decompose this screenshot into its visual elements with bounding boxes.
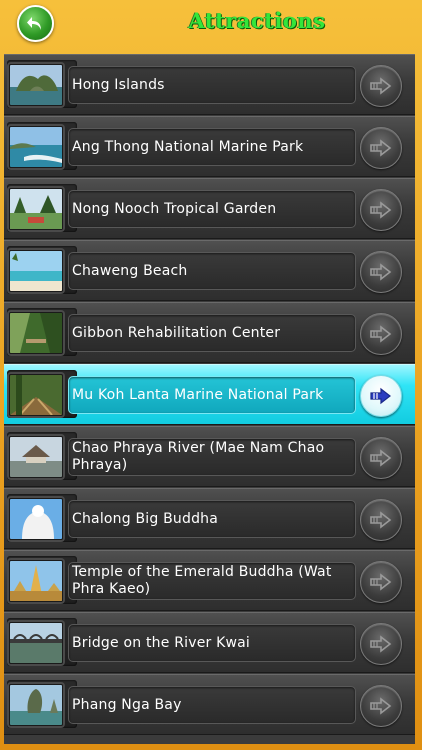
detail-button[interactable] <box>360 623 402 665</box>
thumbnail-image <box>9 250 63 292</box>
arrow-right-icon <box>370 77 392 95</box>
arrow-right-icon <box>370 449 392 467</box>
thumbnail-image <box>9 312 63 354</box>
item-label: Hong Islands <box>72 76 165 93</box>
item-label: Chao Phraya River (Mae Nam Chao Phraya) <box>72 440 325 473</box>
detail-button[interactable] <box>360 65 402 107</box>
arrow-right-icon <box>370 139 392 157</box>
list-item[interactable]: Ang Thong National Marine Park <box>4 116 415 177</box>
list-item-selected[interactable]: Mu Koh Lanta Marine National Park <box>4 364 415 425</box>
detail-button[interactable] <box>360 313 402 355</box>
detail-button[interactable] <box>360 375 402 417</box>
detail-button[interactable] <box>360 127 402 169</box>
list-item[interactable]: Nong Nooch Tropical Garden <box>4 178 415 239</box>
list-item[interactable]: Gibbon Rehabilitation Center <box>4 302 415 363</box>
arrow-right-icon <box>370 573 392 591</box>
list-item[interactable]: Chalong Big Buddha <box>4 488 415 549</box>
arrow-right-icon <box>370 387 391 405</box>
list-item[interactable]: Hong Islands <box>4 54 415 115</box>
thumbnail-image <box>9 64 63 106</box>
item-label: Ang Thong National Marine Park <box>72 138 304 155</box>
item-label: Temple of the Emerald Buddha (Wat Phra K… <box>72 564 332 597</box>
detail-button[interactable] <box>360 189 402 231</box>
thumbnail-image <box>9 126 63 168</box>
arrow-right-icon <box>370 511 392 529</box>
thumbnail-image <box>9 436 63 478</box>
header-bar: Attractions <box>0 0 422 52</box>
arrow-right-icon <box>370 263 392 281</box>
thumbnail-image <box>9 498 63 540</box>
item-label: Chaweng Beach <box>72 262 188 279</box>
attractions-list[interactable]: Hong Islands Ang Thong National Marine P… <box>4 54 415 744</box>
list-item[interactable]: Phang Nga Bay <box>4 674 415 735</box>
thumbnail-image <box>9 374 63 416</box>
page-title: Attractions <box>188 8 326 33</box>
app-frame: Attractions Hong Islands Ang Thong Natio… <box>0 0 422 750</box>
item-label: Nong Nooch Tropical Garden <box>72 200 277 217</box>
detail-button[interactable] <box>360 499 402 541</box>
detail-button[interactable] <box>360 561 402 603</box>
item-label: Chalong Big Buddha <box>72 510 219 527</box>
item-label: Gibbon Rehabilitation Center <box>72 324 281 341</box>
item-label: Mu Koh Lanta Marine National Park <box>72 386 324 403</box>
detail-button[interactable] <box>360 251 402 293</box>
detail-button[interactable] <box>360 685 402 727</box>
list-item[interactable]: Chao Phraya River (Mae Nam Chao Phraya) <box>4 426 415 487</box>
list-item[interactable]: Temple of the Emerald Buddha (Wat Phra K… <box>4 550 415 611</box>
arrow-right-icon <box>370 201 392 219</box>
item-label: Bridge on the River Kwai <box>72 634 251 651</box>
thumbnail-image <box>9 188 63 230</box>
arrow-right-icon <box>370 635 392 653</box>
list-item[interactable]: Chaweng Beach <box>4 240 415 301</box>
list-item[interactable]: Bridge on the River Kwai <box>4 612 415 673</box>
thumbnail-image <box>9 560 63 602</box>
arrow-right-icon <box>370 697 392 715</box>
thumbnail-image <box>9 684 63 726</box>
detail-button[interactable] <box>360 437 402 479</box>
thumbnail-image <box>9 622 63 664</box>
arrow-right-icon <box>370 325 392 343</box>
item-label: Phang Nga Bay <box>72 696 182 713</box>
